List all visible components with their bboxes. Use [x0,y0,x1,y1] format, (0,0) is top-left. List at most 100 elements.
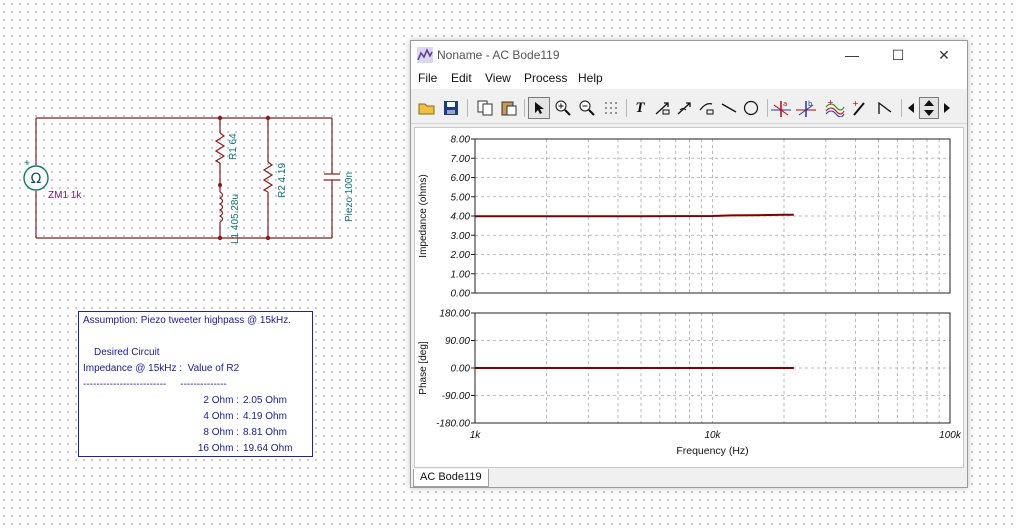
text-button[interactable]: T [629,97,651,119]
y-axis-label: Phase [deg] [418,341,429,395]
grid-icon [605,102,617,114]
scroll-right-button[interactable] [940,97,954,119]
arrow-1-button[interactable] [652,97,674,119]
arrow-2-icon [677,102,691,115]
open-button[interactable] [416,97,438,119]
minimize-button[interactable]: — [829,41,875,69]
plot-area[interactable]: 8.00 7.00 6.00 5.00 4.00 3.00 2.00 1.00 0.00 Impe… [414,127,964,468]
scroll-left-button[interactable] [904,97,918,119]
plus-sign: + [24,158,30,169]
grid-button[interactable] [600,97,622,119]
y-tick-label: 7.00 [451,154,471,165]
pointer-icon [535,102,544,114]
y-tick-label: 5.00 [451,192,471,203]
close-button[interactable]: ✕ [921,41,967,69]
piezo-label: Piezo 100n [344,172,355,222]
arrow-3-icon [699,102,714,115]
r1-label: R1 64 [228,133,239,160]
y-tick-label: 3.00 [451,231,471,242]
y-tick-label: 1.00 [451,269,471,280]
y-tick-label: 180.00 [439,309,470,320]
marker-a-icon: a [771,100,791,117]
marker-b-icon: b [796,100,816,117]
circle-button[interactable] [740,97,762,119]
note-box[interactable]: Assumption: Piezo tweeter highpass @ 15k… [78,311,313,457]
copy-icon [477,100,493,116]
tab-ac-bode[interactable]: AC Bode119 [413,469,489,487]
impedance-meter[interactable]: Ω [23,165,49,191]
angle-button[interactable] [874,97,896,119]
zoom-in-icon [555,100,571,116]
svg-text:+: + [827,99,834,107]
ohm-icon: Ω [31,171,42,187]
pen-button[interactable]: + [849,97,871,119]
pointer-button[interactable] [528,97,550,119]
marker-b-button[interactable]: b [795,97,817,119]
open-icon [418,103,435,115]
window-title: Noname - AC Bode119 [437,48,560,62]
save-icon [444,101,458,115]
y-axis-label: Impedance (ohms) [418,174,429,257]
y-tick-label: 6.00 [451,173,471,184]
copy-button[interactable] [474,97,496,119]
svg-text:+: + [852,99,859,108]
zm1-label: ZM1 1k [48,190,82,201]
save-button[interactable] [440,97,462,119]
x-tick-label: 10k [704,430,721,441]
l1-label: L1 405.28u [230,194,241,244]
y-tick-label: -90.00 [442,391,471,402]
r2-label: R2 4.19 [277,163,288,198]
arrow-3-button[interactable] [696,97,718,119]
close-icon: ✕ [938,46,950,63]
x-axis-label: Frequency (Hz) [676,445,748,457]
x-tick-label: 100k [939,430,962,441]
zoom-in-button[interactable] [552,97,574,119]
curves-button[interactable]: + [824,97,846,119]
note-row-r2: 4.19 Ohm [243,411,287,422]
app-icon [417,47,433,63]
menu-edit[interactable]: Edit [451,71,472,85]
l1-inductor[interactable] [218,191,224,223]
y-tick-label: 2.00 [450,250,471,261]
scroll-up-down-button[interactable] [919,97,939,119]
toolbar: T a b + + [411,93,967,124]
arrow-2-button[interactable] [674,97,696,119]
paste-button[interactable] [498,97,520,119]
note-assumption: Assumption: Piezo tweeter highpass @ 15k… [83,315,292,326]
pen-icon: + [852,99,865,116]
maximize-button[interactable]: ☐ [875,41,921,69]
note-row-r2: 19.64 Ohm [243,443,293,454]
zoom-100-button[interactable] [576,97,598,119]
schematic: Ω + ZM1 1k R1 64 L1 405.28u R2 4.19 Piez… [23,115,355,244]
menu-help[interactable]: Help [578,71,603,85]
menu-file[interactable]: File [418,71,437,85]
y-tick-label: 0.00 [451,289,471,300]
marker-a-button[interactable]: a [770,97,792,119]
bode-plots[interactable]: 8.00 7.00 6.00 5.00 4.00 3.00 2.00 1.00 0.00 Impe… [415,128,963,467]
y-tick-label: 4.00 [451,212,471,223]
note-row-imp: 16 Ohm : [197,443,239,454]
note-separator: ------------------------- -------------- [83,379,227,390]
scroll-left-icon [908,103,914,113]
angle-icon [878,101,892,114]
svg-text:a: a [783,100,787,108]
note-row-r2: 2.05 Ohm [243,395,287,406]
menu-view[interactable]: View [485,71,511,85]
r1-resistor[interactable] [214,132,226,164]
menu-process[interactable]: Process [524,71,567,85]
tab-bar: AC Bode119 [411,469,967,487]
note-row-r2: 8.81 Ohm [243,427,287,438]
note-row-imp: 4 Ohm : [203,411,239,422]
note-desired: Desired Circuit [94,347,160,358]
bode-window: Noname - AC Bode119 — ☐ ✕ File Edit View… [410,40,968,488]
note-row-imp: 8 Ohm : [203,427,239,438]
arrow-1-icon [655,102,670,115]
title-bar[interactable]: Noname - AC Bode119 — ☐ ✕ [411,41,967,69]
menu-bar: File Edit View Process Help [411,69,967,89]
text-icon: T [635,99,645,116]
zoom-100-icon [579,100,595,116]
scroll-up-down-icon [924,100,934,116]
line-button[interactable] [718,97,740,119]
y-tick-label: 8.00 [451,135,471,146]
r2-resistor[interactable] [262,161,274,193]
